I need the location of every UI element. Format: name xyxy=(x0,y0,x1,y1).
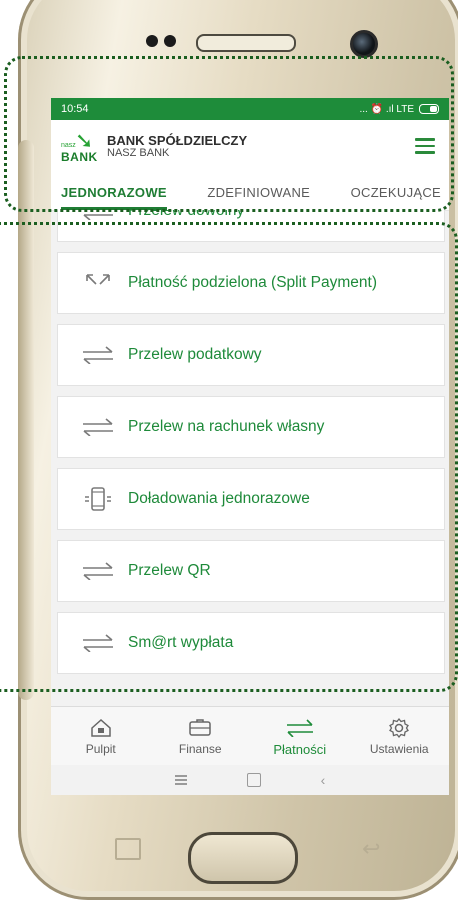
system-navigation-bar: ‹ xyxy=(51,765,449,795)
sensor-dots xyxy=(146,34,182,52)
home-icon xyxy=(90,716,112,740)
bottom-navigation: Pulpit Finanse Płatności Ustawienia xyxy=(51,706,449,765)
nav-pulpit[interactable]: Pulpit xyxy=(56,716,146,756)
recent-apps-icon[interactable] xyxy=(174,773,187,788)
nav-finanse[interactable]: Finanse xyxy=(155,716,245,756)
physical-home-button[interactable] xyxy=(188,832,298,884)
highlight-frame-list xyxy=(0,222,458,692)
wallet-icon xyxy=(188,716,212,740)
earpiece-speaker xyxy=(196,34,296,52)
nav-label: Pulpit xyxy=(85,742,116,756)
back-key-icon: ↩ xyxy=(362,836,381,861)
nav-label: Finanse xyxy=(178,742,222,756)
nav-ustawienia[interactable]: Ustawienia xyxy=(354,716,444,756)
gear-icon xyxy=(388,716,410,740)
front-camera-icon xyxy=(350,30,378,58)
highlight-frame-header xyxy=(4,56,454,212)
nav-label: Płatności xyxy=(273,741,327,757)
nav-platnosci[interactable]: Płatności xyxy=(255,716,345,757)
back-icon[interactable]: ‹ xyxy=(321,772,326,788)
recent-apps-key-icon xyxy=(115,838,141,860)
nav-label: Ustawienia xyxy=(369,742,429,756)
transfer-arrows-icon xyxy=(285,716,315,740)
home-square-icon[interactable] xyxy=(246,773,261,787)
